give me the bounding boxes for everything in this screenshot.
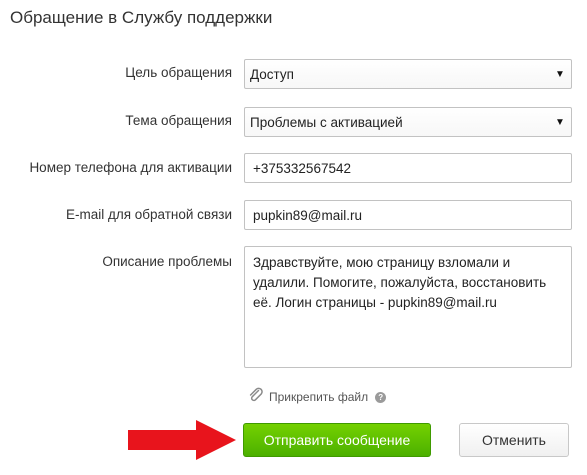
dropdown-arrow-icon: ▼ (555, 68, 565, 80)
topic-select[interactable]: Проблемы с активацией ▼ (244, 107, 572, 137)
email-label: E-mail для обратной связи (65, 207, 232, 222)
description-label: Описание проблемы (102, 254, 232, 269)
phone-input[interactable]: +375332567542 (244, 153, 572, 183)
help-icon[interactable]: ? (375, 391, 387, 403)
description-textarea[interactable]: Здравствуйте, мою страницу взломали и уд… (244, 246, 572, 368)
purpose-label: Цель обращения (125, 65, 232, 80)
purpose-select-value: Доступ (250, 66, 294, 82)
email-input[interactable]: pupkin89@mail.ru (244, 200, 572, 230)
attach-file-link[interactable]: Прикрепить файл ? (247, 386, 387, 409)
submit-button[interactable]: Отправить сообщение (243, 423, 431, 457)
paperclip-icon (247, 386, 265, 409)
phone-label: Номер телефона для активации (29, 160, 232, 175)
cancel-button[interactable]: Отменить (459, 423, 569, 457)
purpose-select[interactable]: Доступ ▼ (244, 59, 572, 89)
red-arrow-icon (128, 420, 236, 460)
topic-label: Тема обращения (125, 113, 232, 128)
topic-select-value: Проблемы с активацией (250, 114, 403, 130)
page-title: Обращение в Службу поддержки (10, 8, 273, 27)
attach-file-label: Прикрепить файл (269, 390, 369, 404)
dropdown-arrow-icon: ▼ (555, 116, 565, 128)
